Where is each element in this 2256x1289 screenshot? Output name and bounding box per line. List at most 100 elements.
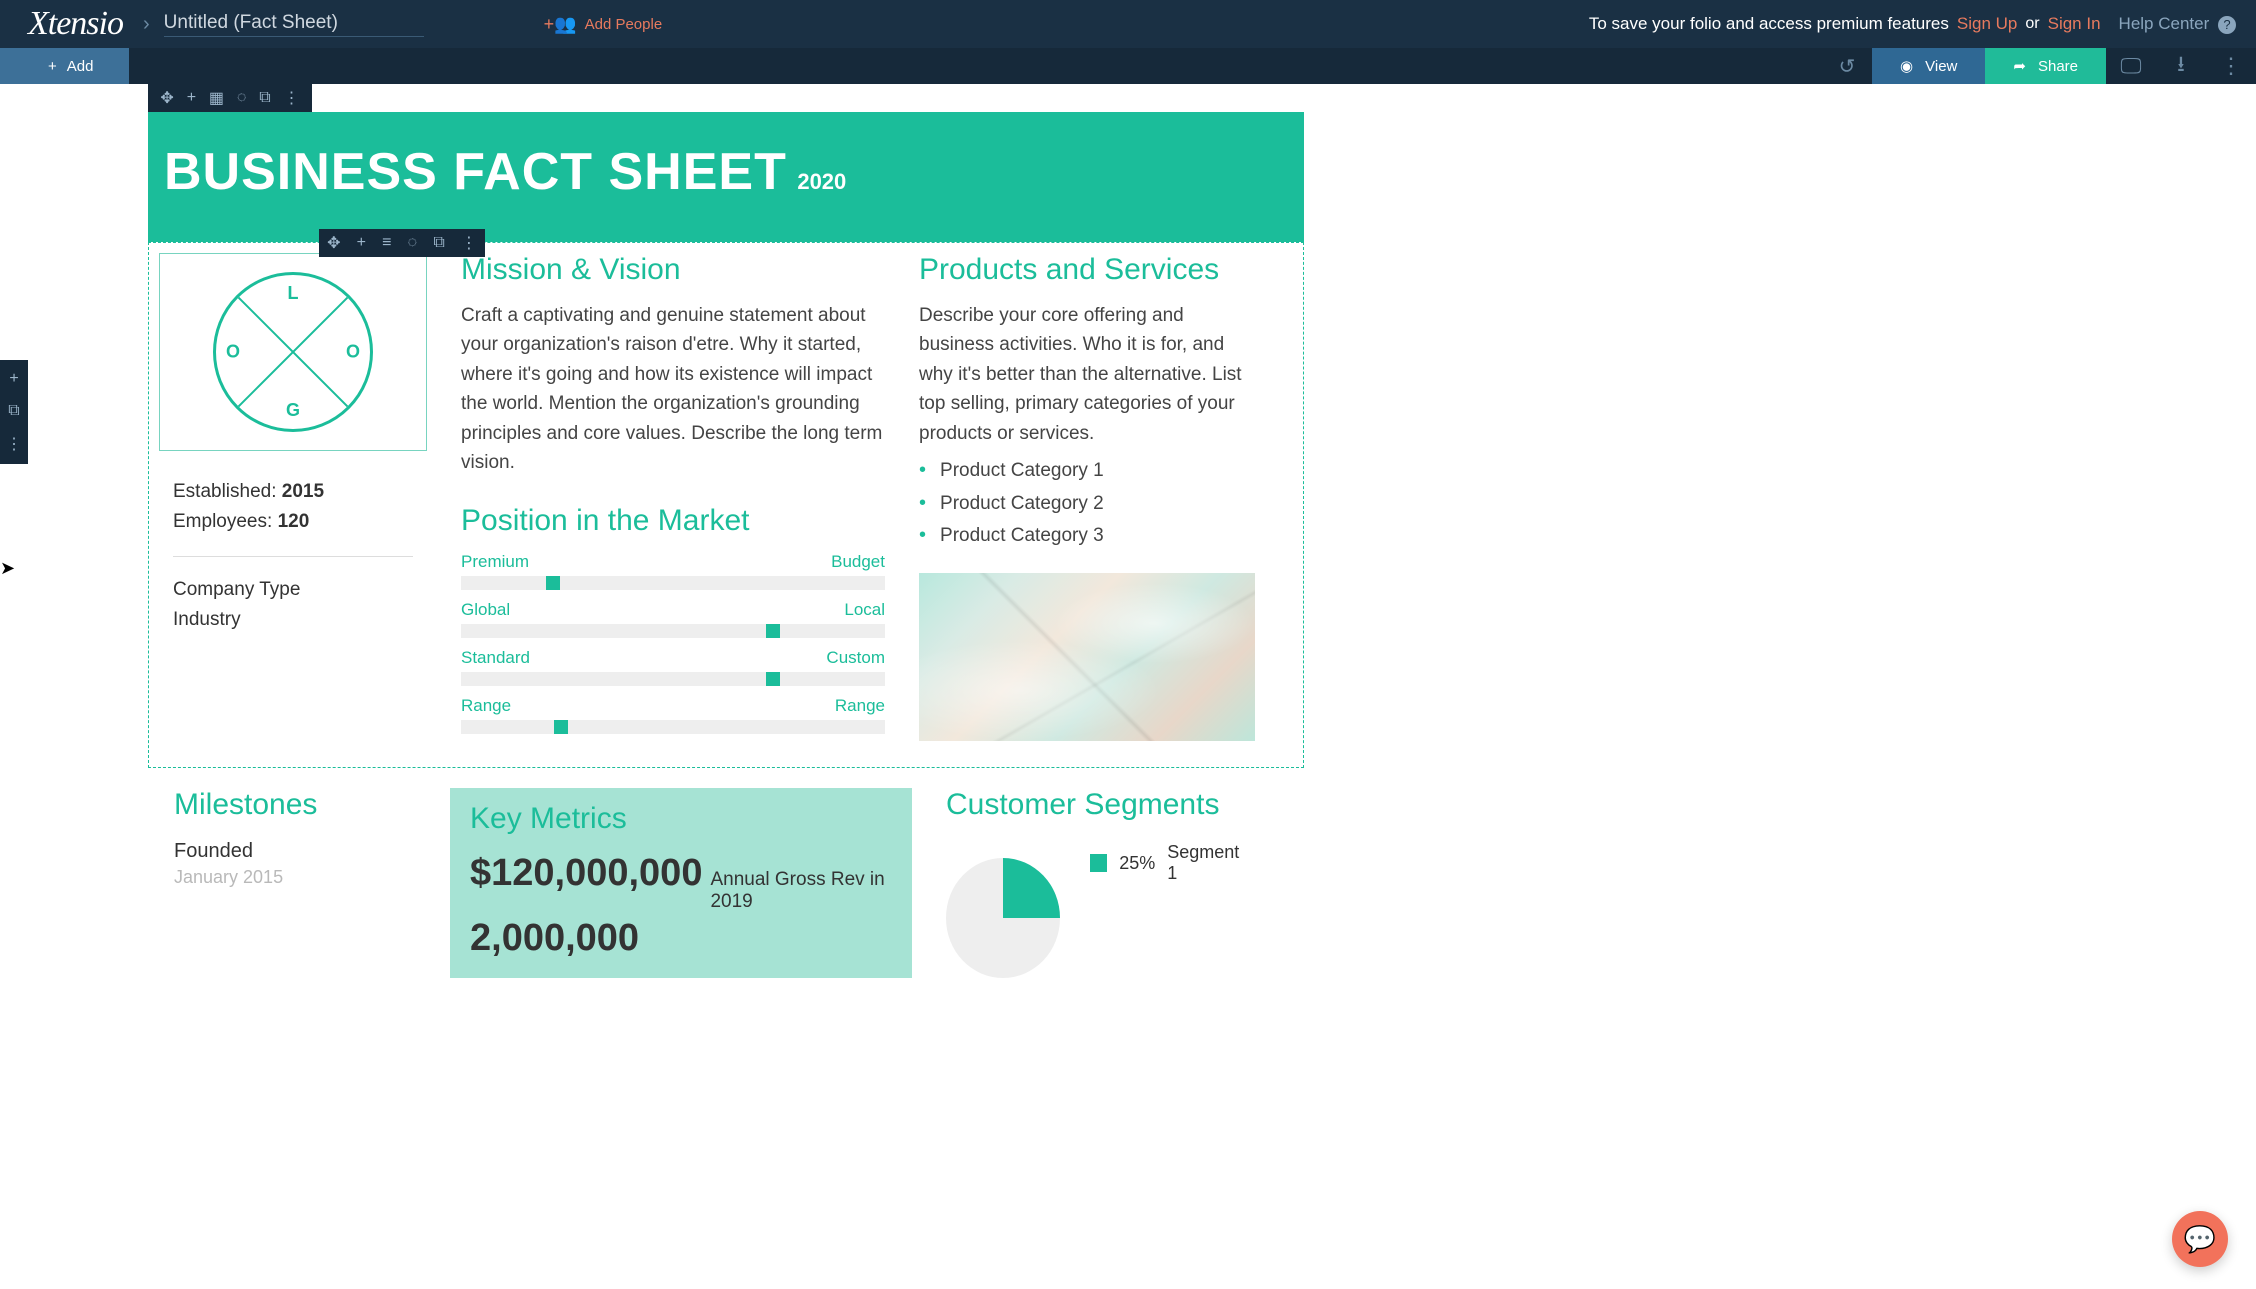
people-plus-icon: +👥 bbox=[544, 14, 577, 35]
market-slider[interactable]: RangeRange bbox=[461, 696, 885, 734]
mission-body[interactable]: Craft a captivating and genuine statemen… bbox=[461, 301, 885, 478]
slider-left-label: Range bbox=[461, 696, 511, 716]
brand-logo[interactable]: Xtensio bbox=[28, 5, 123, 43]
help-center-link[interactable]: Help Center ? bbox=[2119, 14, 2236, 34]
company-industry: Industry bbox=[173, 605, 413, 635]
slider-left-label: Standard bbox=[461, 648, 530, 668]
company-facts[interactable]: Established: 2015 Employees: 120 Company… bbox=[159, 471, 427, 642]
metric-desc[interactable]: Annual Gross Rev in 2019 bbox=[710, 869, 892, 913]
product-category-item[interactable]: Product Category 1 bbox=[919, 454, 1255, 486]
add-label: Add bbox=[67, 58, 94, 75]
header-banner[interactable]: BUSINESS FACT SHEET 2020 bbox=[148, 112, 1304, 242]
key-metrics-heading[interactable]: Key Metrics bbox=[470, 802, 892, 836]
cursor-icon: ➤ bbox=[0, 558, 15, 579]
drop-icon[interactable]: ◌ bbox=[237, 89, 247, 107]
market-slider[interactable]: StandardCustom bbox=[461, 648, 885, 686]
slider-left-label: Global bbox=[461, 600, 510, 620]
slider-track[interactable] bbox=[461, 672, 885, 686]
logo-letter: G bbox=[286, 400, 300, 421]
move-icon[interactable]: ✥ bbox=[160, 88, 173, 108]
product-image[interactable] bbox=[919, 573, 1255, 741]
metric-value[interactable]: $120,000,000 bbox=[470, 852, 702, 895]
section-toolbar: ✥ + ▦ ◌ ⧉ ⋮ bbox=[148, 84, 312, 112]
market-slider[interactable]: PremiumBudget bbox=[461, 552, 885, 590]
customer-segments-heading[interactable]: Customer Segments bbox=[946, 788, 1248, 822]
logo-letter: L bbox=[288, 283, 299, 304]
download-button[interactable]: ⭳ bbox=[2156, 48, 2206, 84]
eye-icon: ◉ bbox=[1900, 57, 1913, 75]
product-category-list[interactable]: Product Category 1Product Category 2Prod… bbox=[919, 454, 1255, 551]
milestone-date[interactable]: January 2015 bbox=[174, 867, 430, 888]
share-button[interactable]: ➦ Share bbox=[1985, 48, 2106, 84]
toolbar: + Add ↺ ◉ View ➦ Share 🖵 ⭳ ⋮ bbox=[0, 48, 2256, 84]
slider-handle[interactable] bbox=[546, 576, 560, 590]
col-add-icon[interactable]: + bbox=[357, 234, 366, 252]
grid-icon[interactable]: ▦ bbox=[209, 88, 224, 108]
view-button[interactable]: ◉ View bbox=[1872, 48, 1985, 84]
logo-letter: O bbox=[346, 342, 360, 363]
document-title-input[interactable]: Untitled (Fact Sheet) bbox=[164, 12, 424, 37]
slider-handle[interactable] bbox=[554, 720, 568, 734]
slider-handle[interactable] bbox=[766, 672, 780, 686]
milestones-heading[interactable]: Milestones bbox=[174, 788, 430, 822]
side-actions: + ⧉ ⋮ bbox=[0, 360, 28, 464]
block-more-icon[interactable]: ⋮ bbox=[284, 88, 300, 108]
canvas: ✥ + ▦ ◌ ⧉ ⋮ BUSINESS FACT SHEET 2020 ✥ +… bbox=[0, 84, 2256, 1038]
slider-track[interactable] bbox=[461, 720, 885, 734]
add-people-label: Add People bbox=[585, 16, 663, 33]
milestone-title[interactable]: Founded bbox=[174, 840, 430, 863]
view-label: View bbox=[1925, 58, 1957, 75]
products-heading[interactable]: Products and Services bbox=[919, 253, 1255, 287]
history-button[interactable]: ↺ bbox=[1822, 48, 1872, 84]
col-align-icon[interactable]: ≡ bbox=[382, 234, 391, 252]
segments-donut-chart[interactable] bbox=[946, 858, 1060, 978]
employees-value: 120 bbox=[278, 511, 310, 532]
chat-icon: 💬 bbox=[2184, 1224, 2216, 1255]
side-more-icon[interactable]: ⋮ bbox=[6, 434, 22, 454]
lower-section: Milestones Founded January 2015 Key Metr… bbox=[148, 768, 1304, 1038]
col-more-icon[interactable]: ⋮ bbox=[461, 233, 477, 253]
slider-handle[interactable] bbox=[766, 624, 780, 638]
slider-track[interactable] bbox=[461, 624, 885, 638]
add-people-button[interactable]: +👥 Add People bbox=[544, 14, 663, 35]
established-value: 2015 bbox=[282, 481, 324, 502]
add-button[interactable]: + Add bbox=[0, 48, 129, 84]
key-metrics-column: Key Metrics $120,000,000 Annual Gross Re… bbox=[450, 788, 912, 978]
logo-letter: O bbox=[226, 342, 240, 363]
legend-swatch-icon bbox=[1090, 854, 1107, 872]
right-column: Products and Services Describe your core… bbox=[919, 253, 1255, 741]
segment-legend-item[interactable]: 25% Segment 1 bbox=[1090, 842, 1248, 884]
signin-link[interactable]: Sign In bbox=[2048, 14, 2101, 34]
product-category-item[interactable]: Product Category 2 bbox=[919, 487, 1255, 519]
col-duplicate-icon[interactable]: ⧉ bbox=[433, 234, 444, 252]
help-icon: ? bbox=[2218, 16, 2236, 34]
slider-left-label: Premium bbox=[461, 552, 529, 572]
segment-pct: 25% bbox=[1119, 853, 1155, 874]
content-section[interactable]: ✥ + ≡ ◌ ⧉ ⋮ L O O G Established: 2015 bbox=[148, 242, 1304, 768]
logo-placeholder[interactable]: L O O G bbox=[159, 253, 427, 451]
established-label: Established: bbox=[173, 481, 277, 502]
mission-heading[interactable]: Mission & Vision bbox=[461, 253, 885, 287]
side-add-icon[interactable]: + bbox=[9, 370, 18, 388]
slider-track[interactable] bbox=[461, 576, 885, 590]
metric-value[interactable]: 2,000,000 bbox=[470, 917, 639, 960]
products-body[interactable]: Describe your core offering and business… bbox=[919, 301, 1255, 448]
signup-link[interactable]: Sign Up bbox=[1957, 14, 2017, 34]
market-slider[interactable]: Global Local bbox=[461, 600, 885, 638]
history-icon: ↺ bbox=[1839, 54, 1856, 79]
page-title: BUSINESS FACT SHEET bbox=[164, 143, 787, 201]
col-drop-icon[interactable]: ◌ bbox=[408, 234, 418, 252]
segment-label: Segment 1 bbox=[1167, 842, 1248, 884]
more-options-button[interactable]: ⋮ bbox=[2206, 48, 2256, 84]
product-category-item[interactable]: Product Category 3 bbox=[919, 519, 1255, 551]
position-heading[interactable]: Position in the Market bbox=[461, 504, 885, 538]
device-preview-button[interactable]: 🖵 bbox=[2106, 48, 2156, 84]
topbar: Xtensio › Untitled (Fact Sheet) +👥 Add P… bbox=[0, 0, 2256, 48]
col-move-icon[interactable]: ✥ bbox=[327, 233, 340, 253]
side-duplicate-icon[interactable]: ⧉ bbox=[8, 402, 19, 420]
chat-fab-button[interactable]: 💬 bbox=[2172, 1211, 2228, 1267]
logo-circle-icon: L O O G bbox=[213, 272, 373, 432]
slider-right-label: Local bbox=[844, 600, 885, 620]
add-block-icon[interactable]: + bbox=[187, 89, 196, 107]
duplicate-icon[interactable]: ⧉ bbox=[259, 89, 270, 107]
